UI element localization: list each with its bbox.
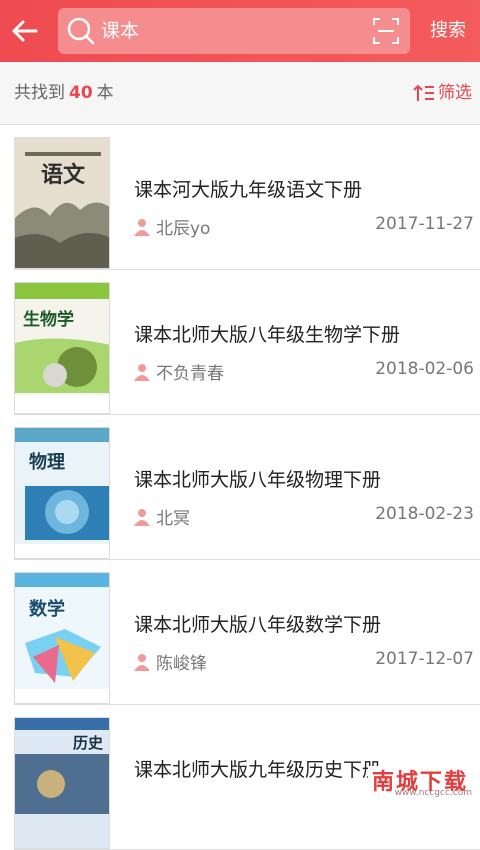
list-item[interactable]: 物理 课本北师大版八年级物理下册 北冥 2018-02-23 — [0, 415, 480, 560]
book-title: 课本北师大版八年级物理下册 — [134, 469, 382, 491]
book-cover: 生物学 — [14, 282, 110, 414]
book-date: 2017-11-27 — [375, 214, 474, 234]
book-title: 课本河大版九年级语文下册 — [134, 179, 363, 201]
author-name: 陈峻锋 — [156, 654, 207, 674]
cover-title: 物理 — [29, 451, 65, 473]
filter-label: 筛选 — [438, 83, 472, 103]
book-title: 课本北师大版八年级生物学下册 — [134, 324, 401, 346]
list-item[interactable]: 语文 课本河大版九年级语文下册 北辰yo 2017-11-27 — [0, 125, 480, 270]
search-input[interactable]: 课本 — [101, 17, 139, 45]
search-icon — [67, 17, 95, 45]
filter-icon — [413, 84, 434, 101]
book-cover: 数学 — [14, 572, 110, 704]
book-cover: 物理 — [14, 427, 110, 559]
cover-title: 生物学 — [23, 309, 74, 330]
author-name: 不负青春 — [156, 364, 224, 384]
scan-icon[interactable] — [372, 17, 400, 45]
book-list: 语文 课本河大版九年级语文下册 北辰yo 2017-11-27 生物学 课本北师… — [0, 125, 480, 850]
author-name: 北辰yo — [156, 219, 211, 239]
user-icon — [134, 218, 150, 236]
user-icon — [134, 653, 150, 671]
watermark-logo: 南城下载 www.nccgcc.com — [368, 766, 480, 800]
book-author: 北辰yo — [134, 214, 210, 239]
user-icon — [134, 363, 150, 381]
result-count-bar: 共找到 40 本 筛选 — [0, 62, 480, 125]
list-item[interactable]: 数学 课本北师大版八年级数学下册 陈峻锋 2017-12-07 — [0, 560, 480, 705]
result-count-number: 40 — [69, 83, 93, 103]
book-cover: 语文 — [14, 137, 110, 269]
book-title: 课本北师大版九年级历史下册 — [134, 759, 382, 781]
cover-title: 语文 — [41, 162, 86, 188]
book-author: 陈峻锋 — [134, 649, 207, 674]
book-date: 2018-02-23 — [375, 504, 474, 524]
book-date: 2017-12-07 — [375, 649, 474, 669]
cover-title: 数学 — [29, 598, 65, 620]
result-count-prefix: 共找到 — [14, 83, 65, 103]
result-count-suffix: 本 — [96, 83, 114, 103]
user-icon — [134, 508, 150, 526]
back-arrow-icon[interactable] — [8, 14, 42, 48]
author-name: 北冥 — [156, 509, 190, 529]
result-count: 共找到 40 本 — [14, 81, 114, 105]
watermark-url: www.nccgcc.com — [394, 788, 472, 798]
book-title: 课本北师大版八年级数学下册 — [134, 614, 382, 636]
list-item[interactable]: 生物学 课本北师大版八年级生物学下册 不负青春 2018-02-06 — [0, 270, 480, 415]
filter-button[interactable]: 筛选 — [412, 81, 472, 105]
search-field[interactable]: 课本 — [58, 8, 410, 54]
book-author: 不负青春 — [134, 359, 224, 384]
book-author: 北冥 — [134, 504, 190, 529]
book-date: 2018-02-06 — [375, 359, 474, 379]
book-cover: 历史 — [14, 717, 110, 849]
top-bar: 课本 搜索 — [0, 0, 480, 62]
search-button[interactable]: 搜索 — [430, 17, 466, 45]
cover-title: 历史 — [73, 734, 104, 752]
